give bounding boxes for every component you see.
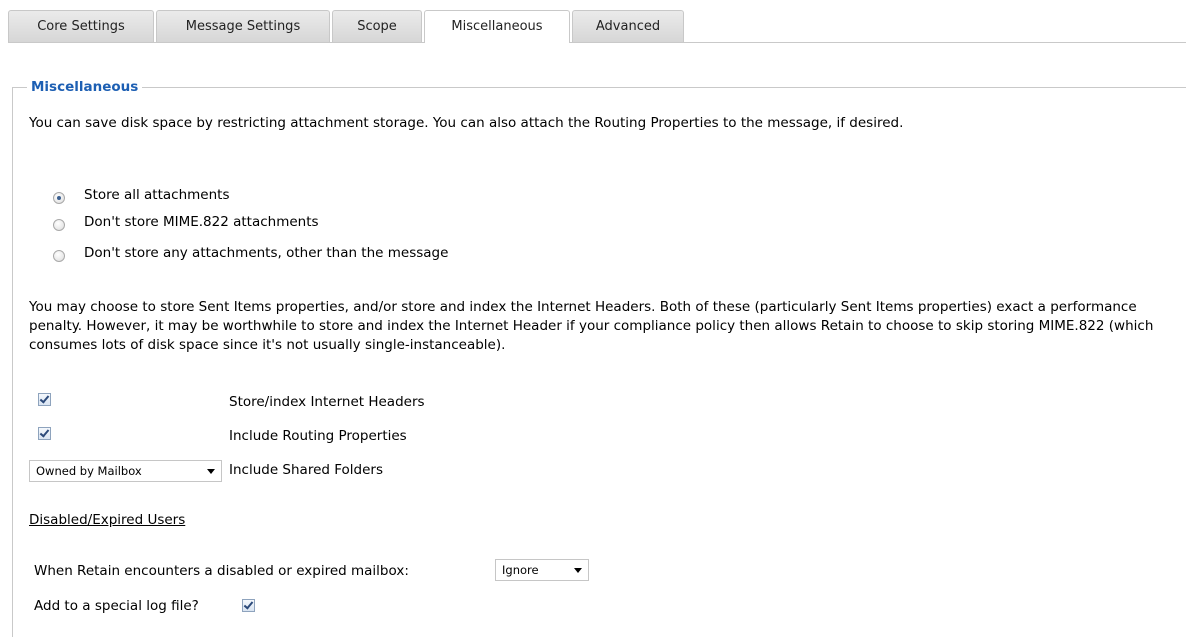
routing-properties-checkbox[interactable] xyxy=(38,427,51,440)
tab-scope[interactable]: Scope xyxy=(332,10,422,42)
chevron-down-icon xyxy=(574,568,582,573)
radio-label-dont-store-any: Don't store any attachments, other than … xyxy=(84,245,449,261)
disabled-users-title: Disabled/Expired Users xyxy=(29,512,186,528)
tab-miscellaneous[interactable]: Miscellaneous xyxy=(424,10,570,43)
encounter-selected-value: Ignore xyxy=(502,563,539,577)
chevron-down-icon xyxy=(207,469,215,474)
tab-bar: Core Settings Message Settings Scope Mis… xyxy=(8,10,1186,43)
log-file-checkbox[interactable] xyxy=(242,599,255,612)
radio-store-all-attachments[interactable] xyxy=(53,192,65,204)
fieldset-border-top xyxy=(12,87,1186,88)
fieldset-border-left xyxy=(12,87,13,637)
tab-message-settings[interactable]: Message Settings xyxy=(156,10,330,42)
tab-advanced[interactable]: Advanced xyxy=(572,10,684,42)
radio-dont-store-any[interactable] xyxy=(53,250,65,262)
radio-dont-store-mime822[interactable] xyxy=(53,219,65,231)
sent-items-description: You may choose to store Sent Items prope… xyxy=(29,299,1154,353)
encounter-action-select[interactable]: Ignore xyxy=(495,559,589,581)
shared-folders-label: Include Shared Folders xyxy=(229,462,384,478)
store-headers-checkbox[interactable] xyxy=(38,393,51,406)
encounter-label: When Retain encounters a disabled or exp… xyxy=(34,563,409,579)
log-file-label: Add to a special log file? xyxy=(34,598,199,614)
routing-properties-label: Include Routing Properties xyxy=(229,428,407,444)
radio-label-store-all: Store all attachments xyxy=(84,187,230,203)
shared-folders-selected-value: Owned by Mailbox xyxy=(36,464,142,478)
intro-text: You can save disk space by restricting a… xyxy=(29,115,904,131)
tab-core-settings[interactable]: Core Settings xyxy=(8,10,154,42)
radio-label-dont-store-mime822: Don't store MIME.822 attachments xyxy=(84,214,319,230)
shared-folders-select[interactable]: Owned by Mailbox xyxy=(29,460,222,482)
fieldset-legend: Miscellaneous xyxy=(27,77,143,97)
store-headers-label: Store/index Internet Headers xyxy=(229,394,425,410)
